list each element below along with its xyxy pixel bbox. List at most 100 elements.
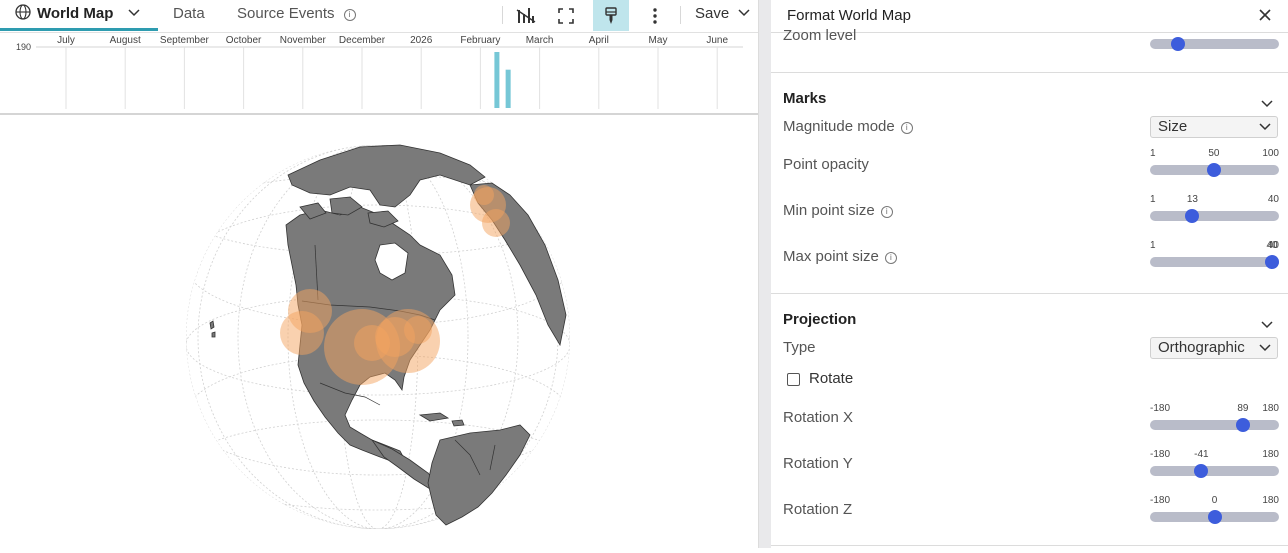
chevron-down-icon	[1261, 321, 1273, 329]
projection-collapse-button[interactable]	[1261, 316, 1273, 334]
slider-current-value: -41	[1194, 449, 1209, 460]
projection-type-select[interactable]: Orthographic	[1150, 337, 1278, 359]
info-icon[interactable]: i	[343, 9, 356, 21]
slider-thumb[interactable]	[1235, 418, 1250, 432]
section-divider	[771, 72, 1288, 73]
rotate-label[interactable]: Rotate	[809, 370, 853, 387]
projection-section-title: Projection	[783, 311, 857, 328]
slider-max-value: 180	[1262, 449, 1279, 460]
format-button[interactable]	[593, 0, 629, 31]
slider-min-value: -180	[1150, 449, 1171, 460]
chevron-down-icon	[1259, 123, 1271, 131]
slider-thumb[interactable]	[1185, 209, 1200, 223]
slider-current-value: 50	[1208, 148, 1220, 159]
chart-type-button[interactable]	[513, 0, 539, 31]
range-slider[interactable]	[1150, 209, 1279, 223]
slider-thumb[interactable]	[1265, 255, 1279, 269]
timeline-month-label: October	[225, 35, 262, 46]
section-divider	[771, 545, 1288, 546]
min-point-size-label: Min point size i	[783, 202, 893, 219]
save-button[interactable]: Save	[695, 0, 750, 30]
magnitude-mode-select[interactable]: Size	[1150, 116, 1278, 138]
slider-track[interactable]	[1150, 211, 1279, 221]
timeline-chart[interactable]: 190 July August September October November De…	[0, 33, 758, 115]
save-label: Save	[695, 5, 730, 22]
info-icon[interactable]: i	[900, 122, 913, 134]
range-slider[interactable]	[1150, 510, 1279, 524]
map-pane: World Map Data Source Events i Save 190 …	[0, 0, 758, 548]
rotate-checkbox[interactable]	[787, 373, 800, 386]
zoom-level-label: Zoom level	[783, 27, 857, 44]
toolbar-separator	[502, 6, 503, 24]
tab-world-map-label: World Map	[37, 5, 114, 22]
active-tab-indicator	[0, 28, 158, 31]
slider-max-value: 100	[1262, 148, 1279, 159]
magnitude-mode-value: Size	[1158, 118, 1188, 135]
min-point-size-text: Min point size	[783, 202, 875, 219]
chevron-down-icon[interactable]	[128, 9, 140, 17]
rotation-x-label: Rotation X	[783, 409, 854, 426]
close-icon	[1259, 9, 1271, 21]
close-button[interactable]	[1259, 6, 1271, 26]
timeline-bar[interactable]	[494, 52, 500, 108]
timeline-month-label: 2026	[410, 35, 433, 46]
range-slider[interactable]	[1150, 418, 1279, 432]
slider-min-value: -180	[1150, 403, 1171, 414]
chevron-down-icon	[1261, 100, 1273, 108]
tab-data[interactable]: Data	[173, 0, 205, 32]
slider-current-value: 89	[1237, 403, 1249, 414]
info-icon[interactable]: i	[880, 206, 893, 218]
slider-thumb[interactable]	[1194, 464, 1209, 478]
max-point-size-text: Max point size	[783, 248, 879, 265]
info-icon[interactable]: i	[884, 252, 897, 264]
timeline-month-label: December	[338, 35, 386, 46]
marks-collapse-button[interactable]	[1261, 95, 1273, 113]
point-opacity-label: Point opacity	[783, 156, 869, 173]
timeline-month-label: February	[460, 35, 501, 46]
magnitude-mode-label: Magnitude mode i	[783, 118, 913, 135]
paintbrush-icon	[605, 6, 617, 24]
more-options-button[interactable]	[643, 0, 667, 31]
slider-current-value: 13	[1186, 194, 1198, 205]
panel-resize-handle[interactable]	[758, 0, 771, 548]
timeline-month-label: May	[648, 35, 668, 46]
format-panel: Format World Map Zoom level Marks Magnit…	[771, 0, 1288, 548]
slider-track[interactable]	[1150, 257, 1279, 267]
slider-track[interactable]	[1150, 466, 1279, 476]
timeline-bar[interactable]	[505, 69, 511, 108]
more-vertical-icon	[653, 7, 657, 24]
panel-title: Format World Map	[787, 7, 911, 24]
slider-thumb[interactable]	[1170, 37, 1185, 51]
slider-thumb[interactable]	[1206, 163, 1221, 177]
slider-max-value: 180	[1262, 495, 1279, 506]
timeline-month-label: November	[279, 35, 326, 46]
slider-max-value: 40	[1267, 194, 1279, 205]
orthographic-globe[interactable]	[0, 115, 758, 548]
timeline-month-label: July	[57, 35, 75, 46]
marks-section-title: Marks	[783, 90, 827, 107]
slider-track[interactable]	[1150, 420, 1279, 430]
projection-type-label: Type	[783, 339, 816, 356]
chevron-down-icon	[738, 9, 750, 17]
zoom-level-slider[interactable]	[1150, 37, 1279, 51]
rotation-y-label: Rotation Y	[783, 455, 853, 472]
timeline-month-label: March	[525, 35, 554, 46]
world-map[interactable]	[0, 115, 758, 548]
fullscreen-button[interactable]	[553, 0, 579, 31]
globe-icon	[15, 4, 31, 20]
magnitude-mode-text: Magnitude mode	[783, 118, 895, 135]
section-divider	[771, 293, 1288, 294]
timeline-month-label: April	[588, 35, 609, 46]
chevron-down-icon	[1259, 344, 1271, 352]
slider-thumb[interactable]	[1207, 510, 1222, 524]
slider-max-value: 180	[1262, 403, 1279, 414]
range-slider[interactable]	[1150, 464, 1279, 478]
chart-settings-icon	[516, 7, 536, 23]
slider-current-value: 40	[1266, 240, 1278, 251]
tab-source-events[interactable]: Source Events i	[237, 0, 356, 32]
timeline-month-label: September	[159, 35, 209, 46]
slider-current-value: 0	[1211, 495, 1218, 506]
range-slider[interactable]	[1150, 255, 1279, 269]
range-slider[interactable]	[1150, 163, 1279, 177]
expand-icon	[558, 7, 574, 24]
